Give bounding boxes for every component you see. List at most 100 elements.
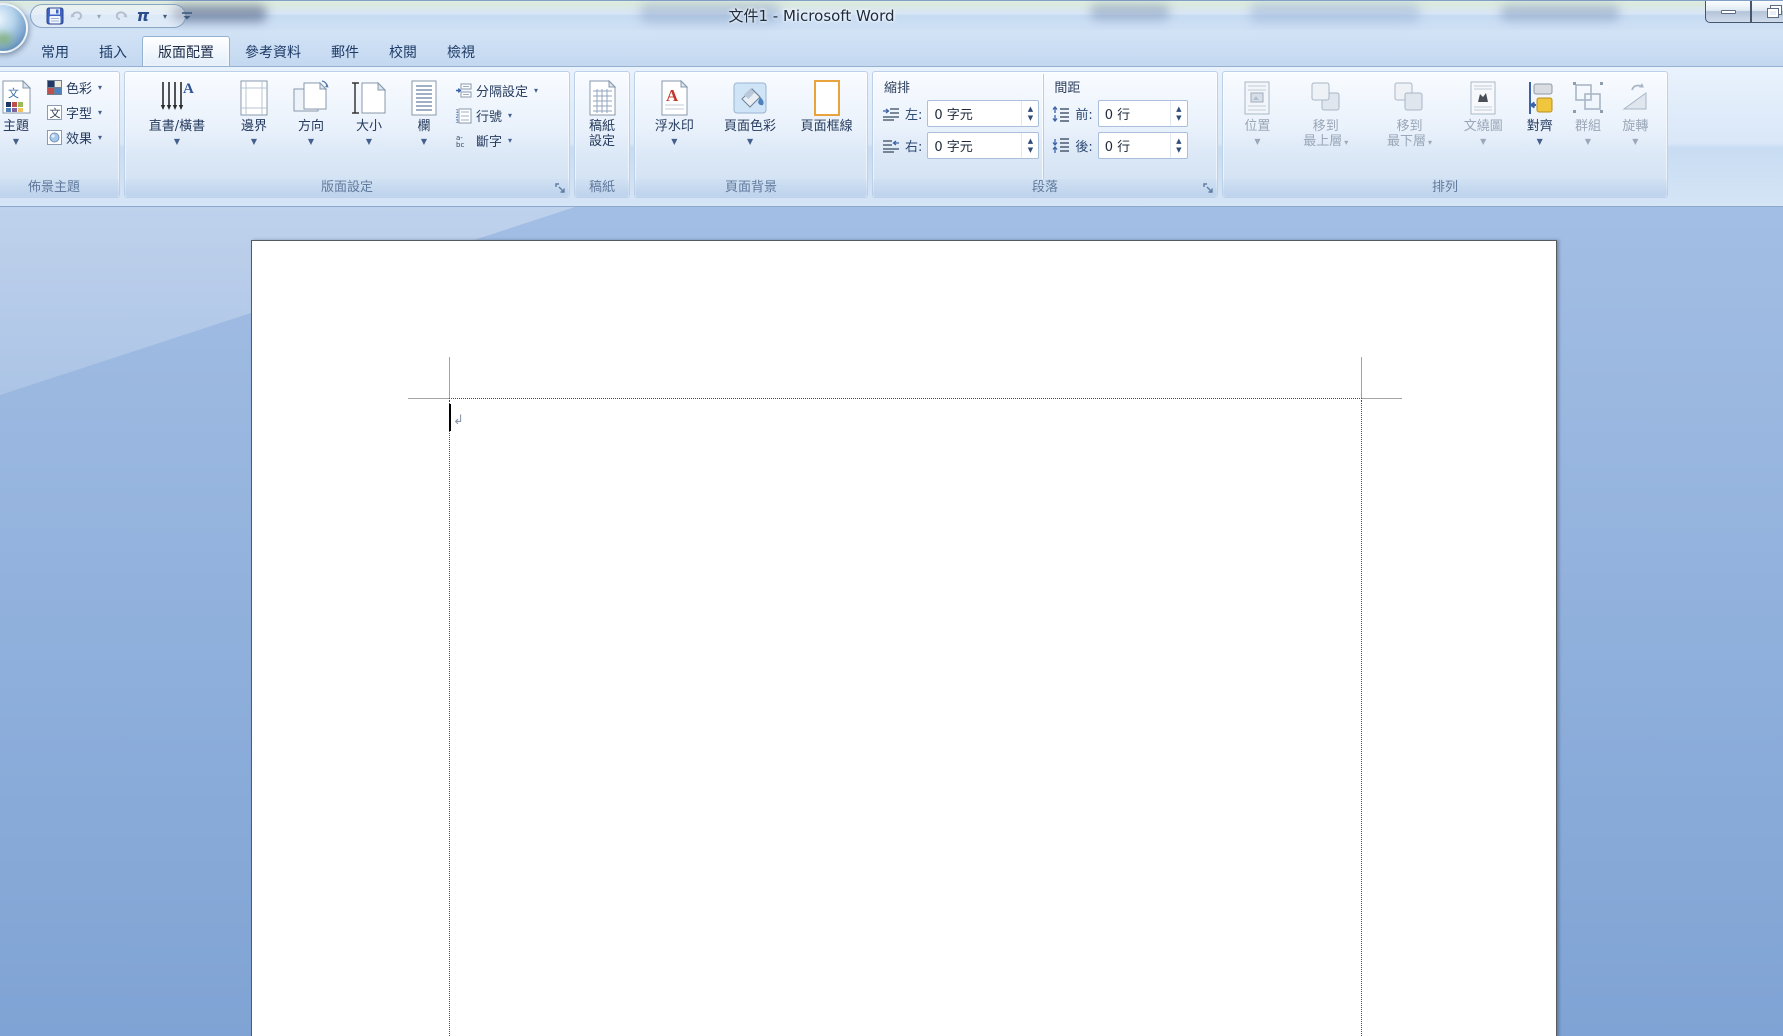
- page-borders-button[interactable]: 頁面框線: [789, 74, 864, 179]
- group-button: 群組 ▼: [1564, 74, 1611, 179]
- text-direction-button[interactable]: A 直書/橫書 ▼: [128, 74, 226, 179]
- chevron-down-icon: ▼: [365, 137, 373, 146]
- document-workspace[interactable]: ↲: [0, 207, 1783, 1036]
- text-boundary-right: [1361, 400, 1362, 1036]
- tab-insert[interactable]: 插入: [84, 38, 142, 66]
- breaks-button[interactable]: 分隔設定 ▾: [452, 78, 541, 103]
- spin-up-icon[interactable]: ▲: [1028, 106, 1033, 113]
- undo-button: [67, 6, 87, 26]
- chevron-down-icon: ▼: [1254, 137, 1261, 146]
- margins-button[interactable]: 邊界 ▼: [226, 74, 282, 179]
- spacing-column: 間距 前: 0 行 ▲ ▼ 後: 0 行 ▲ ▼: [1043, 74, 1191, 179]
- indent-right-spinner[interactable]: ▲ ▼: [1021, 133, 1038, 158]
- spacing-before-value[interactable]: 0 行: [1099, 104, 1170, 123]
- chevron-down-icon: ▼: [250, 137, 258, 146]
- title-bar: 文件1 - Microsoft Word ▾ π ▾: [0, 0, 1783, 53]
- window-controls: [1705, 1, 1783, 23]
- equation-button[interactable]: π: [133, 6, 153, 26]
- spin-down-icon[interactable]: ▼: [1028, 115, 1033, 122]
- spacing-before-spinner[interactable]: ▲ ▼: [1169, 101, 1187, 126]
- group-label-page-setup: 版面設定: [125, 179, 569, 197]
- spin-down-icon[interactable]: ▼: [1176, 115, 1181, 122]
- indent-left-field[interactable]: 0 字元 ▲ ▼: [927, 100, 1040, 127]
- hyphenation-button[interactable]: a- bc 斷字 ▾: [452, 128, 541, 153]
- minimize-button[interactable]: [1705, 1, 1751, 23]
- chevron-down-icon: ▾: [1344, 138, 1349, 147]
- spin-up-icon[interactable]: ▲: [1176, 106, 1181, 113]
- themes-icon: 文: [2, 80, 32, 114]
- chevron-down-icon: ▾: [1427, 138, 1432, 147]
- spin-down-icon[interactable]: ▼: [1028, 147, 1033, 154]
- tab-home[interactable]: 常用: [26, 38, 84, 66]
- size-button[interactable]: 大小 ▼: [340, 74, 398, 179]
- crop-mark-top-left-vertical: [449, 357, 450, 399]
- document-page[interactable]: ↲: [251, 240, 1557, 1036]
- position-icon: [1244, 81, 1270, 115]
- size-icon: [352, 81, 387, 114]
- spacing-before-field[interactable]: 0 行 ▲ ▼: [1097, 100, 1188, 127]
- watermark-icon: A: [661, 79, 689, 116]
- spacing-after-value[interactable]: 0 行: [1099, 136, 1170, 155]
- send-to-back-button: 移到 最下層 ▾: [1368, 74, 1452, 179]
- indent-right-label: 右:: [905, 140, 923, 155]
- theme-effects-icon: [47, 130, 62, 145]
- save-button[interactable]: [45, 6, 65, 26]
- chevron-down-icon: ▼: [307, 137, 315, 146]
- breaks-icon: [456, 83, 472, 97]
- page-color-button[interactable]: 頁面色彩 ▼: [713, 74, 788, 179]
- genko-settings-button[interactable]: 稿紙 設定: [578, 74, 626, 179]
- redo-button: [111, 6, 131, 26]
- text-boundary-left: [449, 400, 450, 1036]
- group-label-paragraph: 段落: [873, 179, 1217, 197]
- indent-left-spinner[interactable]: ▲ ▼: [1021, 101, 1038, 126]
- watermark-button[interactable]: A 浮水印 ▼: [638, 74, 711, 179]
- themes-button[interactable]: 文 主題 ▼: [0, 74, 40, 179]
- indent-left-value[interactable]: 0 字元: [928, 104, 1021, 123]
- tab-view[interactable]: 檢視: [432, 38, 490, 66]
- theme-colors-button[interactable]: 色彩 ▾: [44, 75, 105, 100]
- spin-down-icon[interactable]: ▼: [1176, 147, 1181, 154]
- theme-fonts-button[interactable]: 文 字型 ▾: [44, 100, 105, 125]
- ribbon-tab-row: 常用 插入 版面配置 參考資料 郵件 校閱 檢視: [0, 30, 1783, 66]
- position-button: 位置 ▼: [1231, 74, 1284, 179]
- orientation-icon: [293, 80, 329, 112]
- spacing-after-label: 後:: [1075, 140, 1093, 155]
- tab-references[interactable]: 參考資料: [230, 38, 316, 66]
- paragraph-dialog-launcher[interactable]: [1201, 181, 1215, 195]
- indent-right-value[interactable]: 0 字元: [928, 136, 1021, 155]
- tab-page-layout[interactable]: 版面配置: [142, 36, 230, 66]
- chevron-down-icon: ▾: [96, 11, 101, 21]
- indent-right-field[interactable]: 0 字元 ▲ ▼: [927, 132, 1040, 159]
- spacing-after-spinner[interactable]: ▲ ▼: [1169, 133, 1187, 158]
- theme-colors-icon: [47, 80, 62, 95]
- tab-review[interactable]: 校閱: [374, 38, 432, 66]
- chevron-down-icon: ▼: [1480, 137, 1487, 146]
- columns-button[interactable]: 欄 ▼: [398, 74, 450, 179]
- spin-up-icon[interactable]: ▲: [1176, 138, 1181, 145]
- equation-dropdown-button[interactable]: ▾: [155, 6, 175, 26]
- spacing-after-field[interactable]: 0 行 ▲ ▼: [1097, 132, 1188, 159]
- align-button[interactable]: 對齊 ▼: [1515, 74, 1564, 179]
- theme-effects-button[interactable]: 效果 ▾: [44, 125, 105, 150]
- rotate-button: 旋轉 ▼: [1612, 74, 1659, 179]
- spacing-header: 間距: [1054, 81, 1081, 96]
- restore-button[interactable]: [1751, 1, 1783, 23]
- svg-text:A: A: [666, 86, 679, 105]
- spacing-after-icon: [1052, 137, 1070, 153]
- indent-column: 縮排 左: 0 字元 ▲ ▼ 右: 0 字元 ▲ ▼: [876, 74, 1043, 179]
- svg-text:文: 文: [50, 106, 61, 120]
- svg-text:A: A: [183, 81, 194, 97]
- orientation-button[interactable]: 方向 ▼: [282, 74, 340, 179]
- svg-text:bc: bc: [456, 141, 464, 149]
- group-arrange: 位置 ▼ 移到 最上層 ▾ 移到 最下層 ▾ 文繞圖 ▼ 對齊 ▼ 群組 ▼ 旋…: [1222, 71, 1668, 198]
- spin-up-icon[interactable]: ▲: [1028, 138, 1033, 145]
- group-page-setup: A 直書/橫書 ▼ 邊界 ▼ 方向 ▼ 大小 ▼ 欄 ▼ 分隔設定 ▾ 1 2 …: [124, 71, 570, 198]
- chevron-down-icon: ▼: [12, 137, 20, 146]
- page-setup-dialog-launcher[interactable]: [553, 181, 567, 195]
- tab-mailings[interactable]: 郵件: [316, 38, 374, 66]
- line-numbers-button[interactable]: 123 行號 ▾: [452, 103, 541, 128]
- customize-qat-button[interactable]: [178, 7, 196, 25]
- spacing-before-label: 前:: [1075, 108, 1093, 123]
- redo-icon: [115, 11, 128, 21]
- crop-mark-top-right-horizontal: [1362, 398, 1402, 399]
